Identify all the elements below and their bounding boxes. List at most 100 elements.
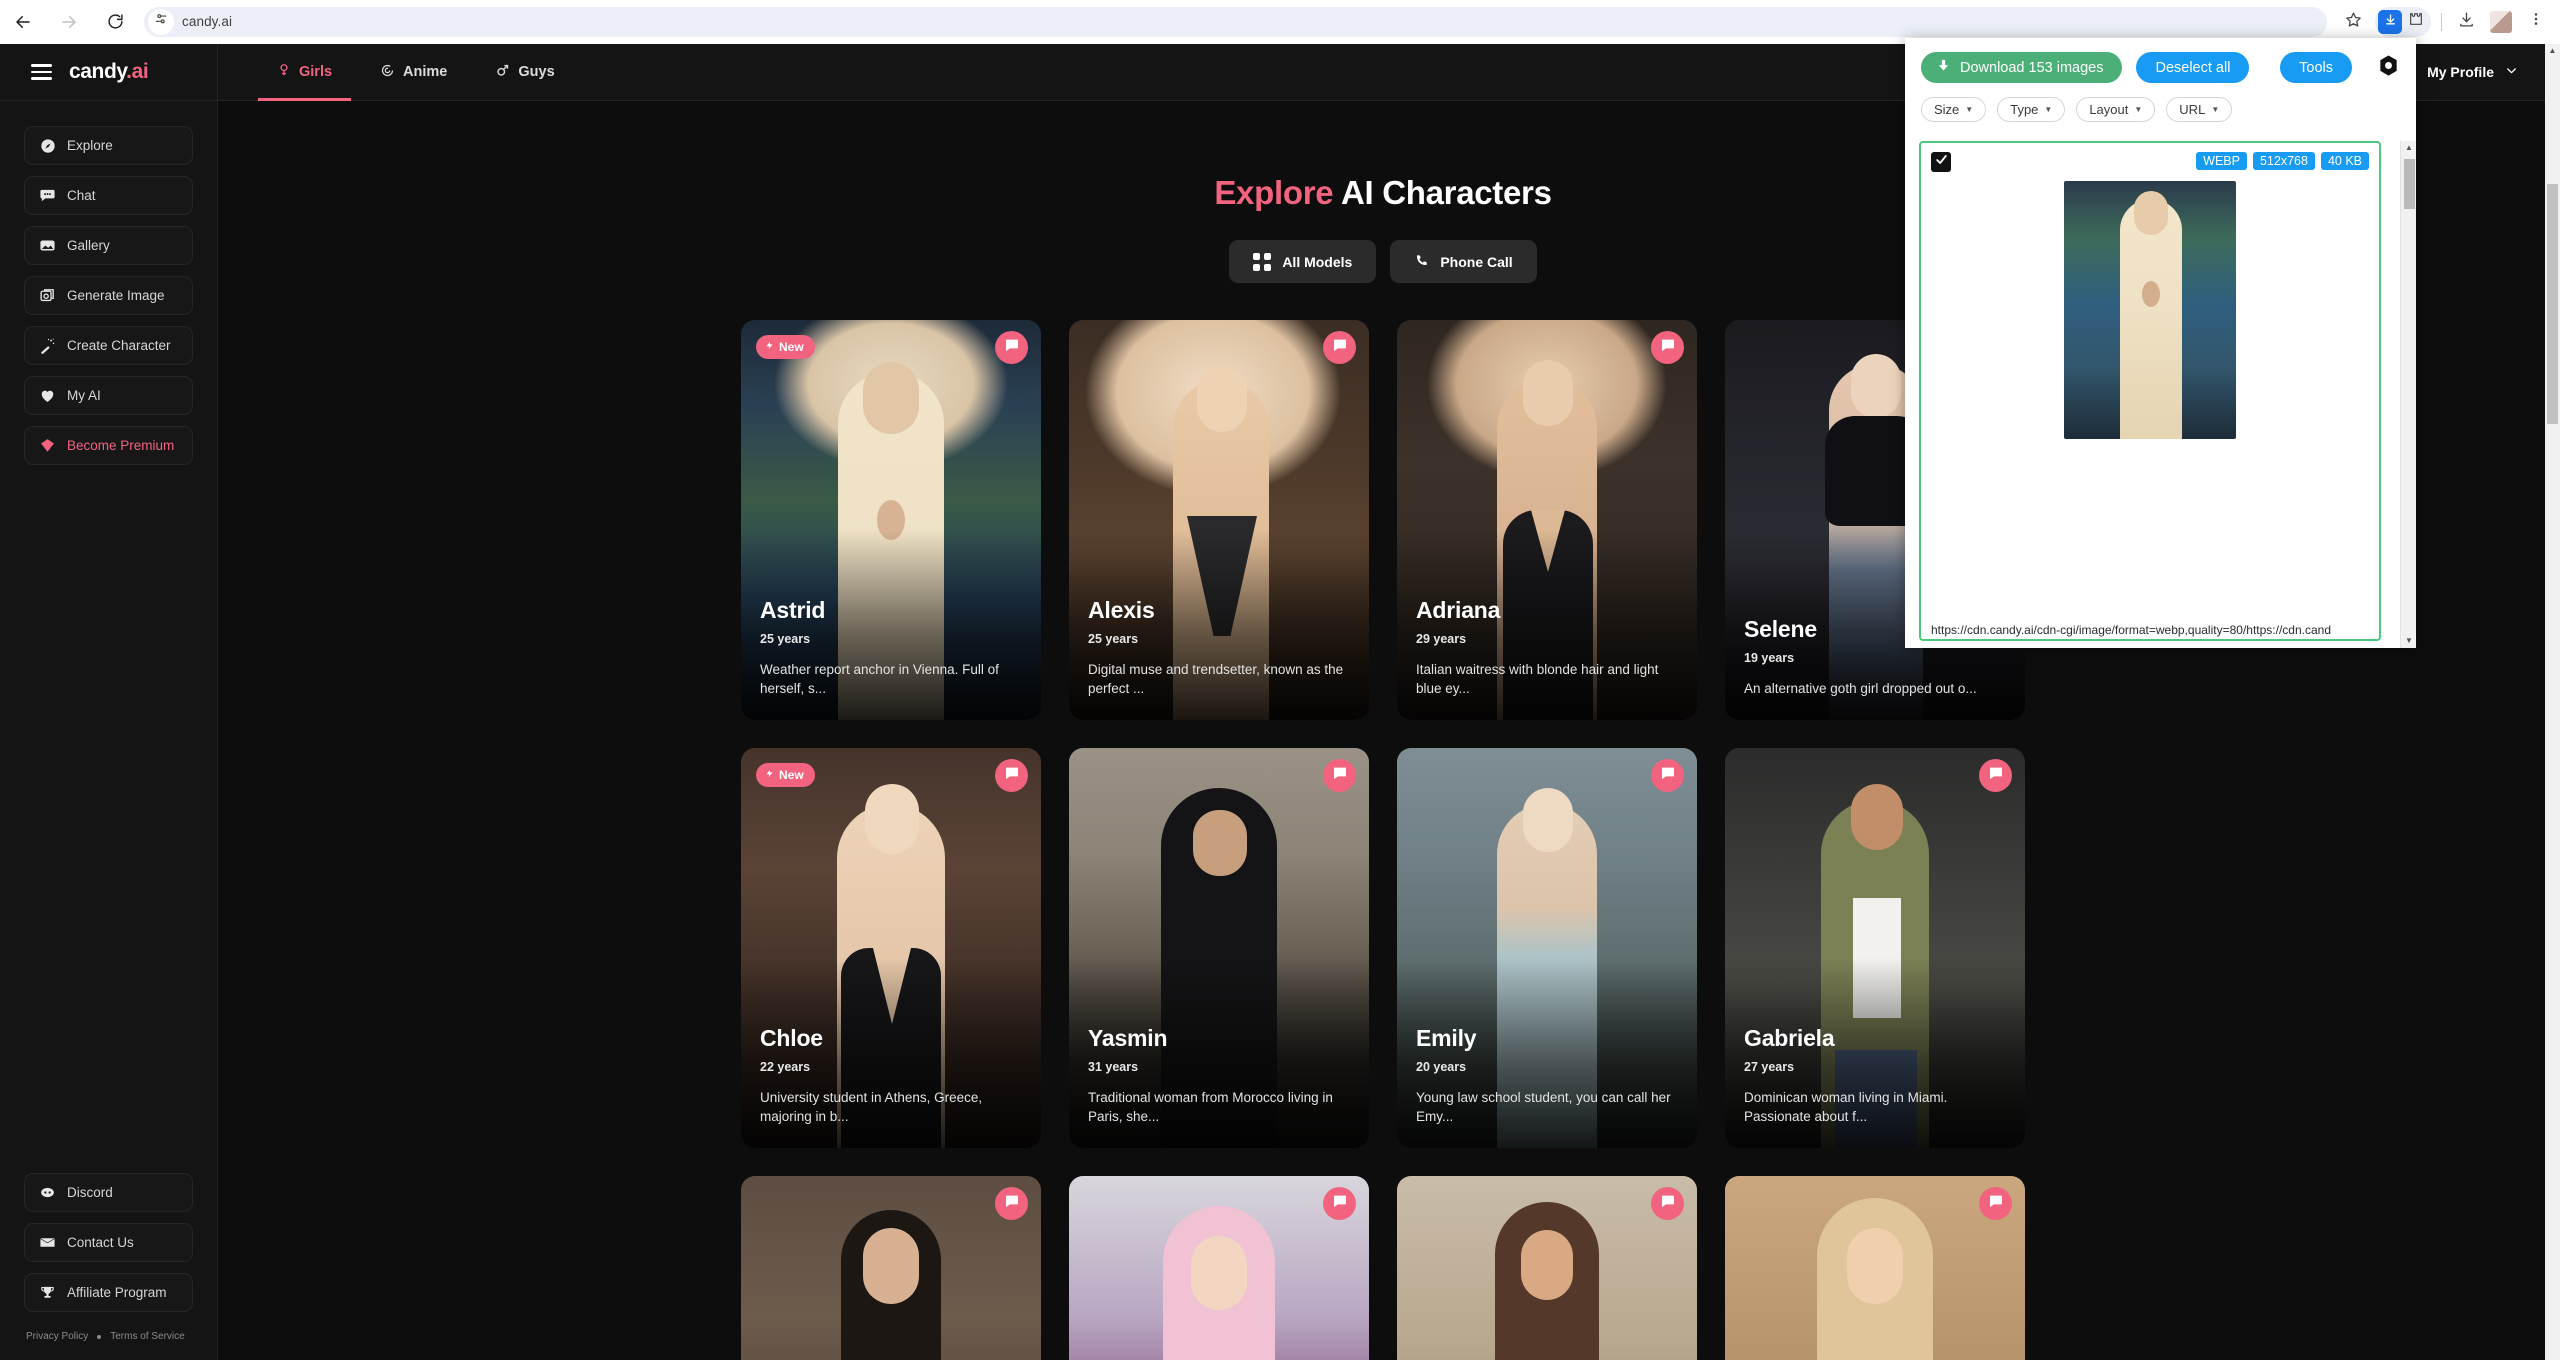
star-icon <box>2345 11 2362 33</box>
url-filter-dropdown[interactable]: URL ▼ <box>2166 97 2233 122</box>
lightning-icon <box>765 768 774 782</box>
character-age: 29 years <box>1416 631 1467 646</box>
brand-logo[interactable]: candy.ai <box>69 60 149 84</box>
sidebar-item-create-character[interactable]: Create Character <box>24 326 193 365</box>
phone-icon <box>1414 253 1429 271</box>
image-result-card[interactable]: WEBP 512x768 40 KB https://cdn.candy.ai/… <box>1919 141 2381 641</box>
toolbar-divider <box>2441 12 2442 31</box>
all-models-button[interactable]: All Models <box>1229 240 1377 283</box>
character-name: Gabriela <box>1744 1024 1835 1051</box>
image-downloader-extension-button[interactable] <box>2378 9 2402 34</box>
chat-button[interactable] <box>1979 1187 2012 1220</box>
gear-icon <box>2377 54 2400 82</box>
site-settings-button[interactable] <box>148 8 174 35</box>
character-card[interactable]: New Chloe 22 years University student in… <box>741 748 1041 1148</box>
sidebar-item-affiliate-program[interactable]: Affiliate Program <box>24 1273 193 1312</box>
character-age: 25 years <box>1088 631 1139 646</box>
character-description: Weather report anchor in Vienna. Full of… <box>760 661 999 696</box>
chat-button[interactable] <box>1323 331 1356 364</box>
address-bar[interactable]: candy.ai <box>144 6 2327 37</box>
layout-filter-dropdown[interactable]: Layout ▼ <box>2076 97 2156 122</box>
chat-button[interactable] <box>995 1187 1028 1220</box>
chat-button[interactable] <box>1323 1187 1356 1220</box>
download-arrow-icon <box>1936 58 1951 77</box>
page-scrollbar[interactable]: ▲ <box>2545 44 2560 1360</box>
chat-button[interactable] <box>1651 1187 1684 1220</box>
forward-button[interactable] <box>46 0 92 44</box>
sidebar-item-contact-us[interactable]: Contact Us <box>24 1223 193 1262</box>
heart-icon <box>39 387 56 404</box>
size-filter-dropdown[interactable]: Size ▼ <box>1921 97 1987 122</box>
reload-icon <box>107 13 124 30</box>
privacy-policy-link[interactable]: Privacy Policy <box>26 1331 88 1342</box>
phone-call-button[interactable]: Phone Call <box>1390 240 1537 283</box>
reload-button[interactable] <box>92 0 138 44</box>
image-dimensions-badge: 512x768 <box>2252 152 2315 170</box>
sidebar-item-generate-image[interactable]: Generate Image <box>24 276 193 315</box>
sidebar-item-become-premium[interactable]: Become Premium <box>24 426 193 465</box>
sidebar-item-label: Gallery <box>67 238 110 253</box>
bookmark-button[interactable] <box>2338 7 2368 37</box>
chat-button[interactable] <box>1651 331 1684 364</box>
extensions-button[interactable] <box>2404 10 2428 34</box>
chat-bubble-icon <box>1004 337 1020 358</box>
back-arrow-icon <box>14 13 32 31</box>
character-card[interactable] <box>1397 1176 1697 1360</box>
tab-girls[interactable]: Girls <box>258 44 352 101</box>
popup-filter-chips: Size ▼ Type ▼ Layout ▼ URL ▼ <box>1921 97 2400 122</box>
popup-scrollbar[interactable]: ▲ ▼ <box>2400 141 2416 648</box>
my-profile-menu[interactable]: My Profile <box>2427 64 2518 80</box>
chevron-down-icon: ▼ <box>1965 105 1974 114</box>
tab-anime[interactable]: Anime <box>361 44 466 101</box>
downloads-button[interactable] <box>2451 7 2481 37</box>
character-card[interactable]: Alexis 25 years Digital muse and trendse… <box>1069 320 1369 720</box>
terms-of-service-link[interactable]: Terms of Service <box>110 1331 184 1342</box>
character-description: Italian waitress with blonde hair and li… <box>1416 661 1659 696</box>
character-card[interactable]: Emily 20 years Young law school student,… <box>1397 748 1697 1148</box>
character-description: Dominican woman living in Miami. Passion… <box>1744 1089 1948 1124</box>
image-select-checkbox[interactable] <box>1931 152 1951 172</box>
character-card[interactable]: Gabriela 27 years Dominican woman living… <box>1725 748 2025 1148</box>
chat-button[interactable] <box>1323 759 1356 792</box>
sidebar-item-my-ai[interactable]: My AI <box>24 376 193 415</box>
chat-button[interactable] <box>1979 759 2012 792</box>
character-card[interactable] <box>1725 1176 2025 1360</box>
back-button[interactable] <box>0 0 46 44</box>
browser-menu-button[interactable] <box>2521 7 2551 37</box>
scroll-up-arrow[interactable]: ▲ <box>2545 46 2560 55</box>
extension-pill <box>2375 6 2431 37</box>
brand-suffix: .ai <box>126 60 149 83</box>
chat-button[interactable] <box>995 331 1028 364</box>
type-filter-dropdown[interactable]: Type ▼ <box>1997 97 2066 122</box>
tab-label: Girls <box>299 64 333 80</box>
character-card[interactable] <box>741 1176 1041 1360</box>
sidebar-item-explore[interactable]: Explore <box>24 126 193 165</box>
character-card[interactable]: Adriana 29 years Italian waitress with b… <box>1397 320 1697 720</box>
popup-scrollbar-thumb[interactable] <box>2404 159 2415 209</box>
sidebar-item-label: Explore <box>67 138 113 153</box>
image-thumbnail[interactable] <box>2064 181 2236 439</box>
chat-button[interactable] <box>995 759 1028 792</box>
character-card[interactable]: New Astrid 25 years Weather report ancho… <box>741 320 1041 720</box>
profile-avatar[interactable] <box>2490 10 2512 33</box>
sidebar-item-discord[interactable]: Discord <box>24 1173 193 1212</box>
chat-button[interactable] <box>1651 759 1684 792</box>
hamburger-menu-icon[interactable] <box>31 64 52 80</box>
download-images-button[interactable]: Download 153 images <box>1921 52 2123 83</box>
image-icon <box>39 237 56 254</box>
mars-icon <box>495 63 510 82</box>
popup-scroll-down-arrow[interactable]: ▼ <box>2401 636 2416 645</box>
character-name: Emily <box>1416 1024 1477 1051</box>
deselect-all-button[interactable]: Deselect all <box>2136 52 2250 83</box>
chat-bubble-icon <box>1332 337 1348 358</box>
character-card[interactable] <box>1069 1176 1369 1360</box>
tab-guys[interactable]: Guys <box>476 44 573 101</box>
sidebar-item-gallery[interactable]: Gallery <box>24 226 193 265</box>
sidebar-item-chat[interactable]: Chat <box>24 176 193 215</box>
settings-button[interactable] <box>2377 54 2400 82</box>
chevron-down-icon: ▼ <box>2044 105 2053 114</box>
popup-scroll-up-arrow[interactable]: ▲ <box>2401 143 2416 152</box>
page-scrollbar-thumb[interactable] <box>2547 184 2558 424</box>
character-card[interactable]: Yasmin 31 years Traditional woman from M… <box>1069 748 1369 1148</box>
tools-button[interactable]: Tools <box>2280 52 2352 83</box>
